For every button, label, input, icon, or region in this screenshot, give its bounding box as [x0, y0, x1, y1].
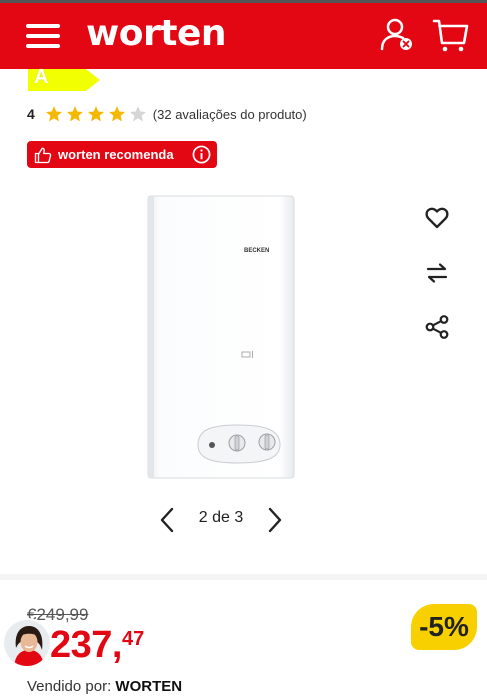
- reviews-count-link[interactable]: (32 avaliações do produto): [153, 107, 307, 122]
- cart-icon: [432, 19, 469, 52]
- price-main: 237,: [50, 624, 122, 666]
- user-icon: [380, 18, 412, 51]
- user-account-button[interactable]: [378, 16, 414, 52]
- seller-name[interactable]: WORTEN: [115, 678, 182, 695]
- menu-button[interactable]: [26, 23, 60, 49]
- gallery-pager: 2 de 3: [198, 509, 244, 526]
- product-image[interactable]: BECKEN: [146, 193, 296, 480]
- menu-icon-bar: [26, 24, 60, 28]
- worten-logo[interactable]: worten: [86, 13, 227, 54]
- seller-info: Vendido por: WORTEN: [27, 678, 182, 695]
- status-line: [0, 0, 487, 3]
- discount-badge: -5%: [411, 604, 477, 650]
- assistant-avatar[interactable]: [2, 618, 52, 668]
- section-divider: [0, 574, 487, 580]
- product-rating[interactable]: 4 (32 avaliações do produto): [27, 104, 307, 124]
- star-filled-icon: [87, 106, 104, 122]
- chevron-left-icon[interactable]: [157, 506, 177, 534]
- top-bar: worten: [0, 0, 487, 69]
- cart-button[interactable]: [432, 17, 470, 53]
- current-price: 237,47: [50, 624, 144, 667]
- avatar-image: [4, 620, 50, 666]
- compare-icon[interactable]: [424, 260, 450, 286]
- info-icon[interactable]: [192, 145, 211, 164]
- menu-icon-bar: [26, 34, 60, 38]
- recommend-label: worten recomenda: [58, 147, 174, 162]
- star-filled-icon: [66, 106, 83, 122]
- thumbs-up-icon: [34, 147, 52, 163]
- star-filled-icon: [45, 106, 62, 122]
- chevron-right-icon[interactable]: [265, 506, 285, 534]
- star-filled-icon: [108, 106, 125, 122]
- seller-label: Vendido por:: [27, 678, 112, 695]
- menu-icon-bar: [26, 44, 60, 48]
- star-empty-icon: [129, 106, 146, 122]
- energy-label-letter: A: [34, 66, 49, 88]
- heart-icon[interactable]: [424, 205, 450, 231]
- product-brand-text: BECKEN: [244, 248, 269, 254]
- worten-recommends-badge[interactable]: worten recomenda: [27, 141, 217, 168]
- share-icon[interactable]: [424, 314, 450, 340]
- price-cents: 47: [121, 628, 145, 650]
- rating-value: 4: [27, 106, 35, 122]
- rating-stars: [45, 105, 147, 123]
